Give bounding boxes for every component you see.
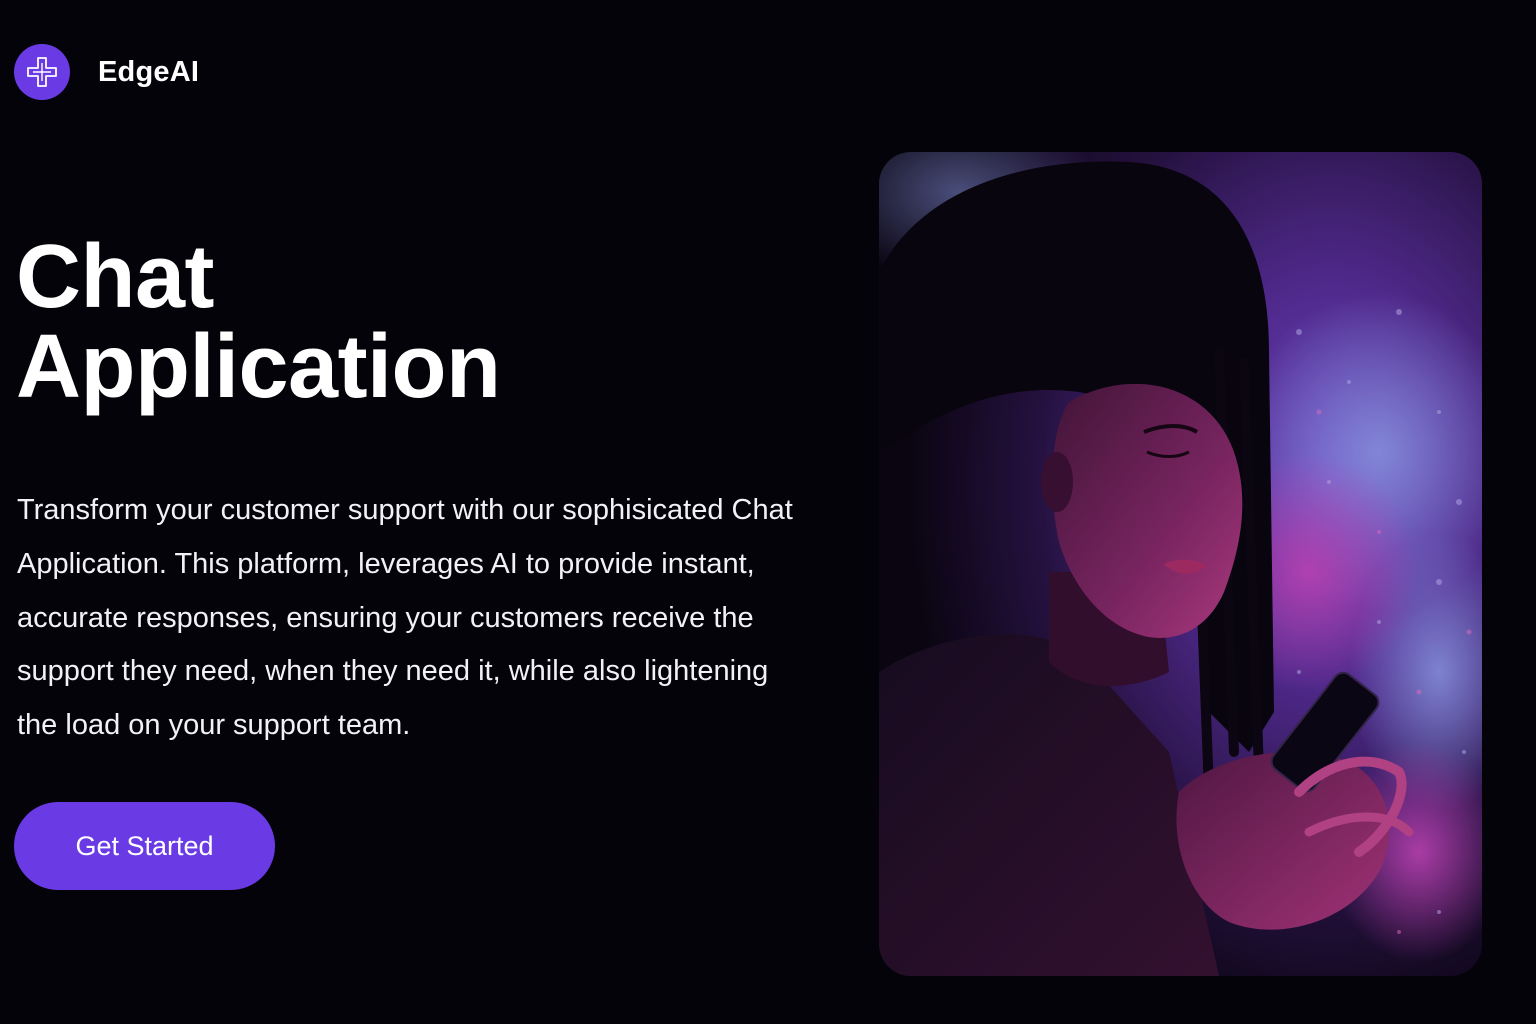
brand[interactable]: EdgeAI bbox=[14, 44, 199, 100]
page-title: Chat Application bbox=[16, 232, 501, 412]
hero-image bbox=[879, 152, 1482, 976]
cross-logo-icon bbox=[14, 44, 70, 100]
brand-name: EdgeAI bbox=[98, 55, 200, 88]
hero-photo bbox=[879, 152, 1482, 976]
hero-description: Transform your customer support with our… bbox=[17, 494, 793, 742]
get-started-button[interactable]: Get Started bbox=[14, 802, 275, 890]
title-line-2: Application bbox=[16, 317, 501, 417]
title-line-1: Chat bbox=[16, 227, 214, 327]
landing-page: EdgeAI Chat Application Transform your c… bbox=[0, 0, 1536, 1024]
